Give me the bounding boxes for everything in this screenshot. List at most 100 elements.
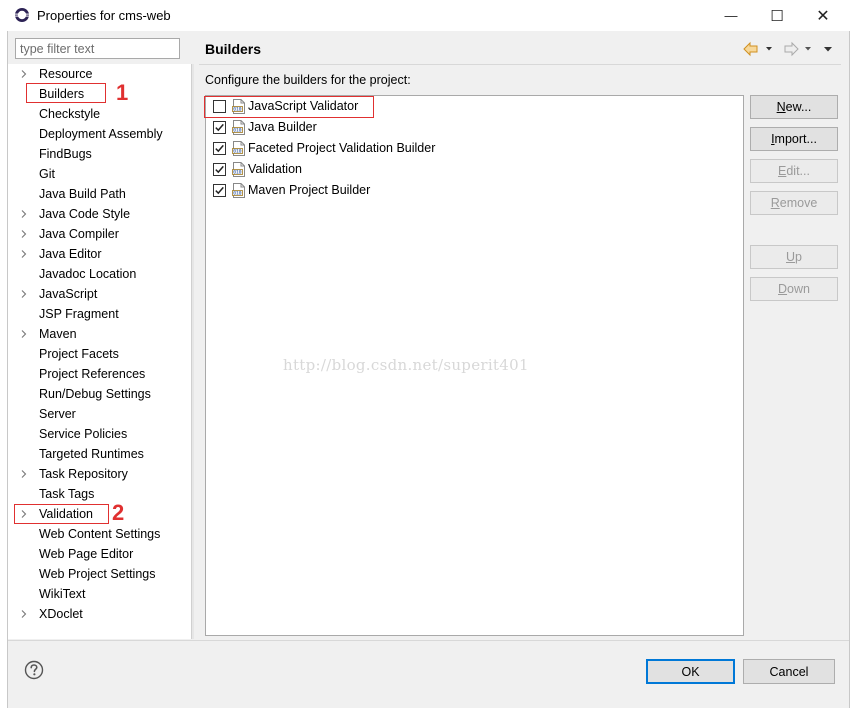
maximize-button[interactable]: ☐ — [754, 0, 800, 31]
builder-label: Faceted Project Validation Builder — [248, 141, 436, 155]
tree-item[interactable]: Java Build Path — [10, 184, 188, 204]
forward-icon[interactable] — [784, 41, 811, 57]
tree-item[interactable]: Deployment Assembly — [10, 124, 188, 144]
tree-item-label: XDoclet — [39, 607, 83, 621]
chevron-right-icon[interactable] — [20, 210, 28, 218]
tree-item-label: Web Content Settings — [39, 527, 161, 541]
checkmark-icon — [215, 165, 224, 174]
tree-item-label: Resource — [39, 67, 93, 81]
tree-item[interactable]: Java Editor — [10, 244, 188, 264]
bottom-separator — [8, 640, 849, 641]
tree-item[interactable]: Server — [10, 404, 188, 424]
splitter-sash[interactable] — [191, 64, 194, 639]
tree-item[interactable]: Web Project Settings — [10, 564, 188, 584]
tree-item[interactable]: Task Repository — [10, 464, 188, 484]
tree-item[interactable]: FindBugs — [10, 144, 188, 164]
minimize-button[interactable]: — — [708, 0, 754, 31]
tree-item-label: Targeted Runtimes — [39, 447, 144, 461]
chevron-right-icon[interactable] — [20, 470, 28, 478]
remove-button[interactable]: Remove — [750, 191, 838, 215]
tree-item[interactable]: Project Facets — [10, 344, 188, 364]
tree-item-label: Web Page Editor — [39, 547, 134, 561]
tree-item-label: Task Tags — [39, 487, 95, 501]
watermark: http://blog.csdn.net/superit401 — [283, 356, 529, 374]
maximize-icon: ☐ — [770, 7, 784, 25]
tree-item-label: Server — [39, 407, 76, 421]
cancel-button[interactable]: Cancel — [743, 659, 835, 684]
annotation-number-1: 1 — [116, 80, 129, 105]
tree-item-label: Run/Debug Settings — [39, 387, 151, 401]
tree-item[interactable]: Project References — [10, 364, 188, 384]
annotation-box-validation — [14, 504, 109, 524]
builder-row[interactable]: 010 Maven Project Builder — [206, 180, 736, 201]
svg-text:010: 010 — [233, 170, 242, 176]
page-description: Configure the builders for the project: — [205, 73, 411, 87]
tree-item[interactable]: Javadoc Location — [10, 264, 188, 284]
menu-icon[interactable] — [824, 47, 832, 52]
checkmark-icon — [215, 186, 224, 195]
chevron-right-icon[interactable] — [20, 70, 28, 78]
filter-input[interactable] — [15, 38, 180, 59]
tree-item-label: WikiText — [39, 587, 86, 601]
chevron-right-icon[interactable] — [20, 610, 28, 618]
tree-item-label: Task Repository — [39, 467, 128, 481]
navigation-toolbar — [743, 41, 832, 57]
tree-item[interactable]: XDoclet — [10, 604, 188, 624]
tree-item[interactable]: Checkstyle — [10, 104, 188, 124]
tree-item[interactable]: JSP Fragment — [10, 304, 188, 324]
builder-checkbox[interactable] — [213, 184, 226, 197]
tree-item[interactable]: WikiText — [10, 584, 188, 604]
chevron-right-icon[interactable] — [20, 330, 28, 338]
tree-item[interactable]: Java Compiler — [10, 224, 188, 244]
tree-item[interactable]: Service Policies — [10, 424, 188, 444]
back-icon[interactable] — [743, 41, 772, 57]
chevron-right-icon[interactable] — [20, 290, 28, 298]
tree-item[interactable]: Git — [10, 164, 188, 184]
builder-row[interactable]: 010 Validation — [206, 159, 736, 180]
edit-button-mnemonic: E — [778, 164, 787, 178]
tree-item-label: JavaScript — [39, 287, 98, 301]
tree-item-label: Javadoc Location — [39, 267, 137, 281]
tree-item[interactable]: Java Code Style — [10, 204, 188, 224]
tree-item-label: Project Facets — [39, 347, 119, 361]
tree-item[interactable]: Web Page Editor — [10, 544, 188, 564]
remove-button-mnemonic: R — [770, 196, 780, 210]
ok-button[interactable]: OK — [646, 659, 735, 684]
annotation-box-javascript-validator — [204, 96, 374, 118]
tree-item[interactable]: Run/Debug Settings — [10, 384, 188, 404]
builder-checkbox[interactable] — [213, 121, 226, 134]
tree-item[interactable]: JavaScript — [10, 284, 188, 304]
builder-label: Java Builder — [248, 120, 317, 134]
app-icon — [15, 8, 29, 22]
builder-row[interactable]: 010 Faceted Project Validation Builder — [206, 138, 736, 159]
up-button[interactable]: Up — [750, 245, 838, 269]
chevron-right-icon[interactable] — [20, 250, 28, 258]
header-separator — [199, 64, 841, 65]
import-button[interactable]: Import... — [750, 127, 838, 151]
tree-item-label: Java Code Style — [39, 207, 131, 221]
down-button[interactable]: Down — [750, 277, 838, 301]
builder-checkbox[interactable] — [213, 163, 226, 176]
svg-text:010: 010 — [233, 191, 242, 197]
tree-item-label: Java Editor — [39, 247, 102, 261]
down-button-label: own — [787, 282, 810, 296]
chevron-right-icon[interactable] — [20, 230, 28, 238]
page-title: Builders — [205, 41, 262, 57]
tree-item[interactable]: Resource — [10, 64, 188, 84]
tree-item-label: FindBugs — [39, 147, 92, 161]
tree-item-label: Java Compiler — [39, 227, 119, 241]
minimize-icon: — — [724, 8, 738, 23]
svg-text:010: 010 — [233, 149, 242, 155]
edit-button[interactable]: Edit... — [750, 159, 838, 183]
builder-row[interactable]: 010 Java Builder — [206, 117, 736, 138]
tree-item[interactable]: Maven — [10, 324, 188, 344]
help-icon[interactable] — [24, 660, 44, 680]
tree-item[interactable]: Targeted Runtimes — [10, 444, 188, 464]
builder-icon: 010 — [232, 183, 246, 198]
svg-text:010: 010 — [233, 128, 242, 134]
new-button[interactable]: New... — [750, 95, 838, 119]
close-button[interactable]: ✕ — [800, 0, 846, 31]
tree-item[interactable]: Task Tags — [10, 484, 188, 504]
builder-checkbox[interactable] — [213, 142, 226, 155]
tree-item[interactable]: Web Content Settings — [10, 524, 188, 544]
